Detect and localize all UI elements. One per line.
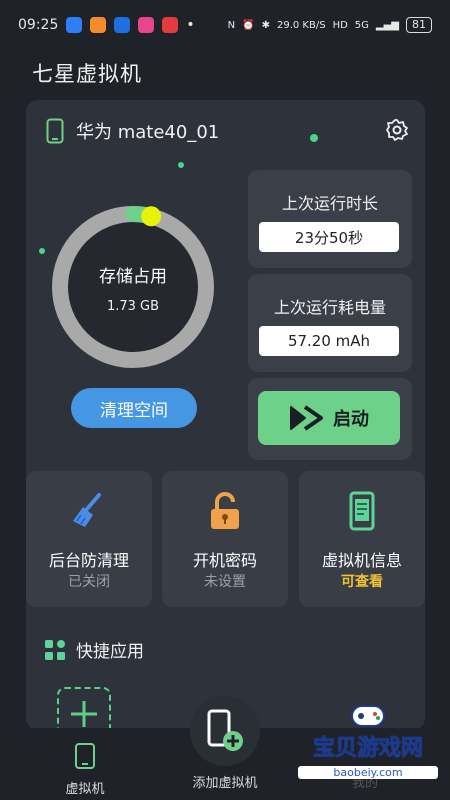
grid-apps-icon	[45, 639, 65, 660]
feature-title: 虚拟机信息	[321, 551, 402, 570]
network-speed: 29.0 KB/S	[276, 19, 326, 31]
gamepad-icon	[351, 705, 385, 727]
feature-status: 未设置	[204, 574, 246, 590]
phone-icon	[46, 118, 64, 144]
hd-icon: HD	[332, 19, 348, 31]
nfc-icon: N	[227, 19, 236, 31]
last-runtime-value: 23分50秒	[259, 222, 399, 252]
feature-anti-clean[interactable]: 后台防清理 已关闭	[26, 471, 152, 607]
feature-boot-password[interactable]: 开机密码 未设置	[162, 471, 288, 607]
signal-label: 5G	[354, 19, 369, 31]
feature-title: 后台防清理	[48, 551, 129, 570]
settings-gear-icon[interactable]	[385, 118, 409, 142]
lock-icon	[211, 492, 239, 529]
last-runtime-title: 上次运行时长	[281, 194, 378, 213]
alarm-icon: ⏰	[242, 19, 255, 31]
last-power-title: 上次运行耗电量	[273, 298, 386, 317]
vm-card: 华为 mate40_01 存储占用 1.73 GB 清理空间 上次运行时长 23…	[26, 100, 425, 730]
notification-app-icon	[90, 17, 107, 33]
fast-forward-icon	[290, 405, 323, 431]
last-power-value: 57.20 mAh	[259, 326, 399, 356]
add-vm-button[interactable]	[190, 696, 260, 766]
quick-apps-header: 快捷应用	[44, 637, 144, 662]
feature-vm-info[interactable]: 虚拟机信息 可查看	[299, 471, 425, 607]
feature-status: 已关闭	[68, 574, 110, 590]
feature-status: 可查看	[341, 574, 383, 590]
decorative-dot	[39, 248, 45, 254]
notification-app-icon	[114, 17, 131, 33]
signal-icon: ▂▄▆	[375, 19, 399, 31]
more-notifications-icon: •	[186, 17, 195, 33]
feature-title: 开机密码	[192, 551, 257, 570]
start-button[interactable]: 启动	[258, 391, 400, 445]
status-bar: 09:25 • N ⏰ ✱ 29.0 KB/S HD 5G ▂▄▆ 81	[0, 0, 450, 50]
nav-virtual-machine[interactable]: 虚拟机	[60, 742, 110, 797]
bluetooth-icon: ✱	[261, 19, 270, 31]
battery-indicator: 81	[406, 17, 432, 33]
nav-vm-label: 虚拟机	[65, 782, 105, 797]
storage-value: 1.73 GB	[106, 299, 160, 314]
broom-icon	[73, 493, 101, 527]
last-runtime-box: 上次运行时长 23分50秒	[248, 170, 412, 268]
watermark-text: 宝贝游戏网	[312, 736, 423, 762]
start-panel: 启动	[248, 378, 412, 460]
nav-add-vm-label: 添加虚拟机	[192, 776, 258, 791]
storage-ring: 存储占用 1.73 GB	[50, 204, 216, 370]
phone-icon	[75, 743, 95, 769]
notification-app-icon	[162, 17, 179, 33]
quick-apps-title: 快捷应用	[76, 642, 144, 662]
clean-space-button[interactable]: 清理空间	[71, 388, 197, 428]
phone-info-icon	[349, 491, 375, 531]
notification-app-icon	[66, 17, 83, 33]
storage-label: 存储占用	[99, 267, 167, 287]
plus-icon	[71, 701, 97, 727]
last-power-box: 上次运行耗电量 57.20 mAh	[248, 274, 412, 372]
status-time: 09:25	[18, 17, 59, 33]
add-phone-icon	[207, 709, 243, 751]
add-quick-app-button[interactable]	[57, 687, 111, 730]
start-label: 启动	[333, 409, 369, 430]
watermark-url: baobeiy.com	[298, 766, 438, 779]
watermark: 宝贝游戏网 baobeiy.com	[298, 700, 438, 790]
app-title: 七星虚拟机	[32, 62, 142, 86]
notification-app-icon	[138, 17, 155, 33]
